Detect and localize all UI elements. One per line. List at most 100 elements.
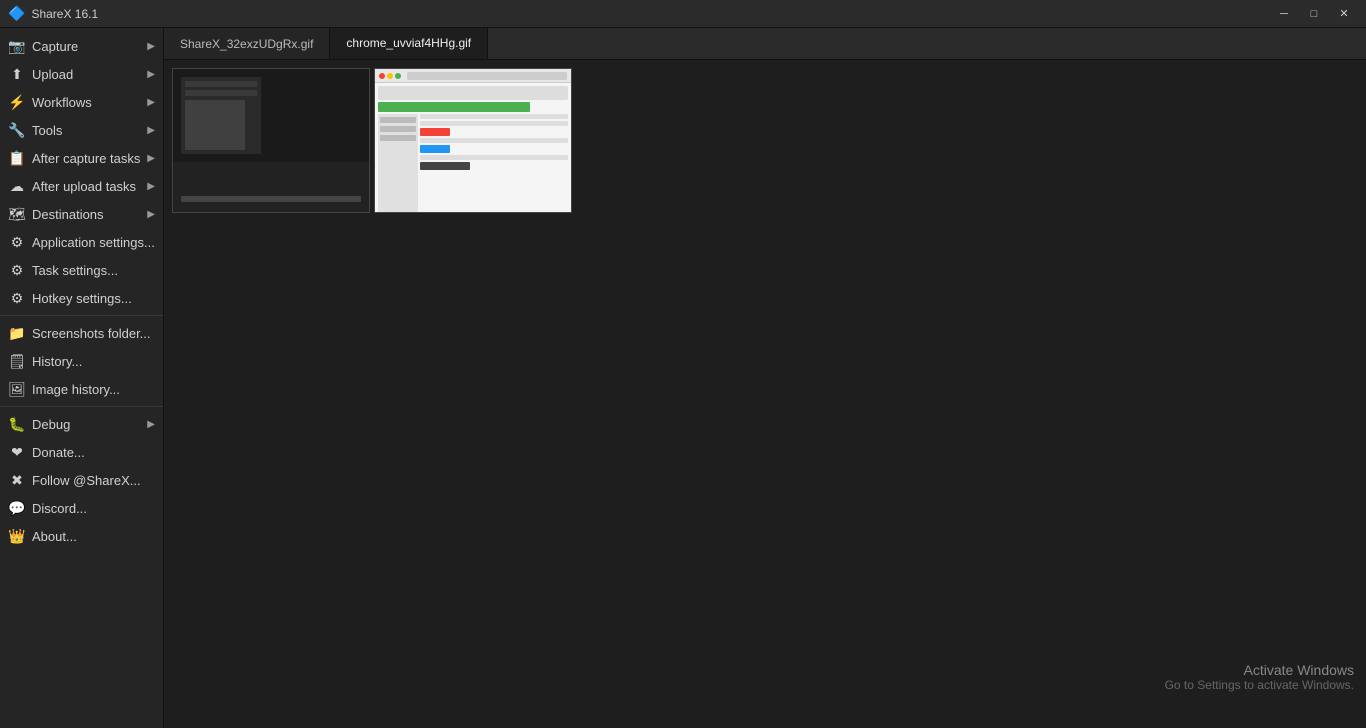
after-upload-label: After upload tasks: [32, 179, 136, 194]
thumb1-inner: [181, 77, 261, 154]
workflows-icon: ⚡: [8, 93, 26, 111]
discord-label: Discord...: [32, 501, 87, 516]
titlebar-left: 🔷 ShareX 16.1: [8, 5, 98, 22]
close-button[interactable]: ✕: [1330, 0, 1358, 28]
about-label: About...: [32, 529, 77, 544]
upload-icon: ⬆: [8, 65, 26, 83]
thumbnail-image-1: [172, 68, 370, 213]
workflows-label: Workflows: [32, 95, 92, 110]
progress-bar: [378, 102, 530, 112]
left-menu: 📷Capture▶⬆Upload▶⚡Workflows▶🔧Tools▶📋Afte…: [0, 28, 164, 728]
task-settings-icon: ⚙: [8, 261, 26, 279]
dot-yellow: [387, 73, 393, 79]
menu-item-follow[interactable]: ✖ Follow @ShareX...: [0, 466, 163, 494]
minimize-button[interactable]: ─: [1270, 0, 1298, 28]
maximize-button[interactable]: □: [1300, 0, 1328, 28]
app-settings-label: Application settings...: [32, 235, 155, 250]
donate-label: Donate...: [32, 445, 85, 460]
image-history-icon: 🖼: [8, 380, 26, 398]
thumb2-main-content: [420, 114, 568, 213]
follow-icon: ✖: [8, 471, 26, 489]
destinations-arrow: ▶: [147, 209, 155, 220]
image-history-label: Image history...: [32, 382, 120, 397]
menu-item-discord[interactable]: 💬 Discord...: [0, 494, 163, 522]
menu-item-history[interactable]: 🗒 History...: [0, 347, 163, 375]
hotkey-settings-icon: ⚙: [8, 289, 26, 307]
history-label: History...: [32, 354, 82, 369]
menu-item-app-settings[interactable]: ⚙ Application settings...: [0, 228, 163, 256]
screenshots-folder-label: Screenshots folder...: [32, 326, 151, 341]
donate-icon: ❤: [8, 443, 26, 461]
menu-item-about[interactable]: 👑 About...: [0, 522, 163, 550]
menu-item-capture[interactable]: 📷Capture▶: [0, 32, 163, 60]
content-dark-row: [420, 162, 470, 170]
content-row3: [420, 138, 568, 143]
upload-arrow: ▶: [147, 69, 155, 80]
after-upload-arrow: ▶: [147, 181, 155, 192]
thumbnail-item-2[interactable]: [374, 68, 572, 213]
sidebar-row3: [380, 135, 416, 141]
activate-windows-title: Activate Windows: [1165, 662, 1354, 678]
tools-icon: 🔧: [8, 121, 26, 139]
content-row1: [420, 114, 568, 119]
menu-item-task-settings[interactable]: ⚙ Task settings...: [0, 256, 163, 284]
app-settings-icon: ⚙: [8, 233, 26, 251]
menu-separator-sep1: [0, 315, 163, 316]
url-bar: [407, 72, 567, 80]
history-icon: 🗒: [8, 352, 26, 370]
destinations-label: Destinations: [32, 207, 104, 222]
follow-label: Follow @ShareX...: [32, 473, 141, 488]
menu-item-debug[interactable]: 🐛 Debug ▶: [0, 410, 163, 438]
thumb2-body: [375, 83, 571, 213]
menu-item-destinations[interactable]: 🗺Destinations▶: [0, 200, 163, 228]
tab-bar: ShareX_32exzUDgRx.gifchrome_uvviaf4HHg.g…: [164, 28, 1366, 60]
thumb1-row1: [185, 81, 257, 87]
about-icon: 👑: [8, 527, 26, 545]
titlebar-controls: ─ □ ✕: [1270, 0, 1358, 28]
debug-label: Debug: [32, 417, 70, 432]
content-btn-blue: [420, 145, 450, 153]
tab-tab2[interactable]: chrome_uvviaf4HHg.gif: [330, 28, 488, 59]
after-capture-arrow: ▶: [147, 153, 155, 164]
after-upload-icon: ☁: [8, 177, 26, 195]
thumb2-header: [375, 69, 571, 83]
menu-item-tools[interactable]: 🔧Tools▶: [0, 116, 163, 144]
menu-item-upload[interactable]: ⬆ Upload ▶: [0, 60, 163, 88]
menu-item-hotkey-settings[interactable]: ⚙Hotkey settings...: [0, 284, 163, 312]
thumb2-content: [378, 114, 568, 213]
tab-tab1[interactable]: ShareX_32exzUDgRx.gif: [164, 28, 330, 59]
screenshots-folder-icon: 📁: [8, 324, 26, 342]
thumb1-row2: [185, 90, 257, 96]
menu-item-after-capture[interactable]: 📋After capture tasks▶: [0, 144, 163, 172]
debug-arrow: ▶: [147, 419, 155, 430]
thumbnail-image-2: [374, 68, 572, 213]
capture-icon: 📷: [8, 37, 26, 55]
dot-green: [395, 73, 401, 79]
activate-windows-subtitle: Go to Settings to activate Windows.: [1165, 678, 1354, 692]
sidebar-row1: [380, 117, 416, 123]
menu-item-donate[interactable]: ❤ Donate...: [0, 438, 163, 466]
tools-arrow: ▶: [147, 125, 155, 136]
titlebar: 🔷 ShareX 16.1 ─ □ ✕: [0, 0, 1366, 28]
content-btn-red: [420, 128, 450, 136]
debug-icon: 🐛: [8, 415, 26, 433]
menu-item-workflows[interactable]: ⚡Workflows▶: [0, 88, 163, 116]
content-row2: [420, 121, 568, 126]
discord-icon: 💬: [8, 499, 26, 517]
thumbnail-item-1[interactable]: [172, 68, 370, 213]
menu-item-image-history[interactable]: 🖼 Image history...: [0, 375, 163, 403]
sidebar-row2: [380, 126, 416, 132]
thumbnail-area: [164, 60, 1366, 221]
after-capture-icon: 📋: [8, 149, 26, 167]
main-window: 📷Capture▶⬆Upload▶⚡Workflows▶🔧Tools▶📋Afte…: [0, 28, 1366, 728]
upload-label: Upload: [32, 67, 73, 82]
thumb1-img: [185, 100, 245, 150]
menu-item-after-upload[interactable]: ☁ After upload tasks ▶: [0, 172, 163, 200]
thumb2-nav: [378, 86, 568, 100]
thumb2-sidebar: [378, 114, 418, 213]
titlebar-title: ShareX 16.1: [31, 7, 98, 21]
menu-item-screenshots-folder[interactable]: 📁 Screenshots folder...: [0, 319, 163, 347]
task-settings-label: Task settings...: [32, 263, 118, 278]
content-row4: [420, 155, 568, 160]
activate-windows-watermark: Activate Windows Go to Settings to activ…: [1165, 662, 1354, 692]
